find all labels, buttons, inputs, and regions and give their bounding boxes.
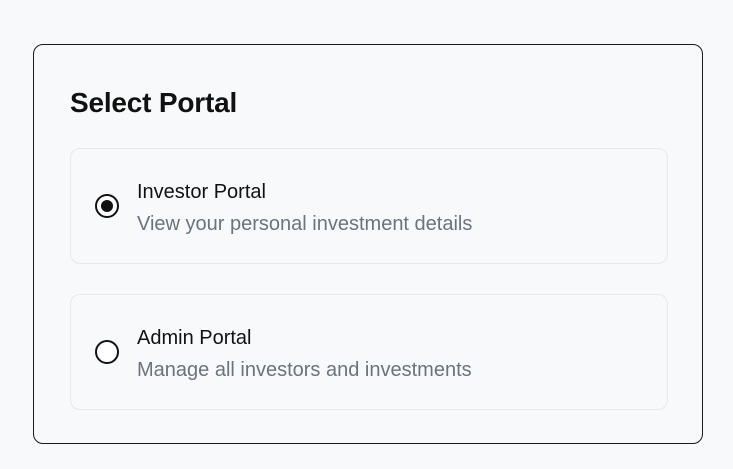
option-investor-portal[interactable]: Investor Portal View your personal inves…: [70, 148, 668, 264]
portal-selection-card: Select Portal Investor Portal View your …: [33, 44, 703, 444]
radio-investor-portal[interactable]: [95, 194, 119, 218]
radio-admin-portal[interactable]: [95, 340, 119, 364]
radio-selected-dot-icon: [101, 200, 113, 212]
page-title: Select Portal: [70, 87, 238, 118]
option-title: Investor Portal: [137, 181, 266, 203]
option-description: View your personal investment details: [137, 213, 473, 235]
option-description: Manage all investors and investments: [137, 359, 472, 381]
option-title: Admin Portal: [137, 327, 252, 349]
option-admin-portal[interactable]: Admin Portal Manage all investors and in…: [70, 294, 668, 410]
